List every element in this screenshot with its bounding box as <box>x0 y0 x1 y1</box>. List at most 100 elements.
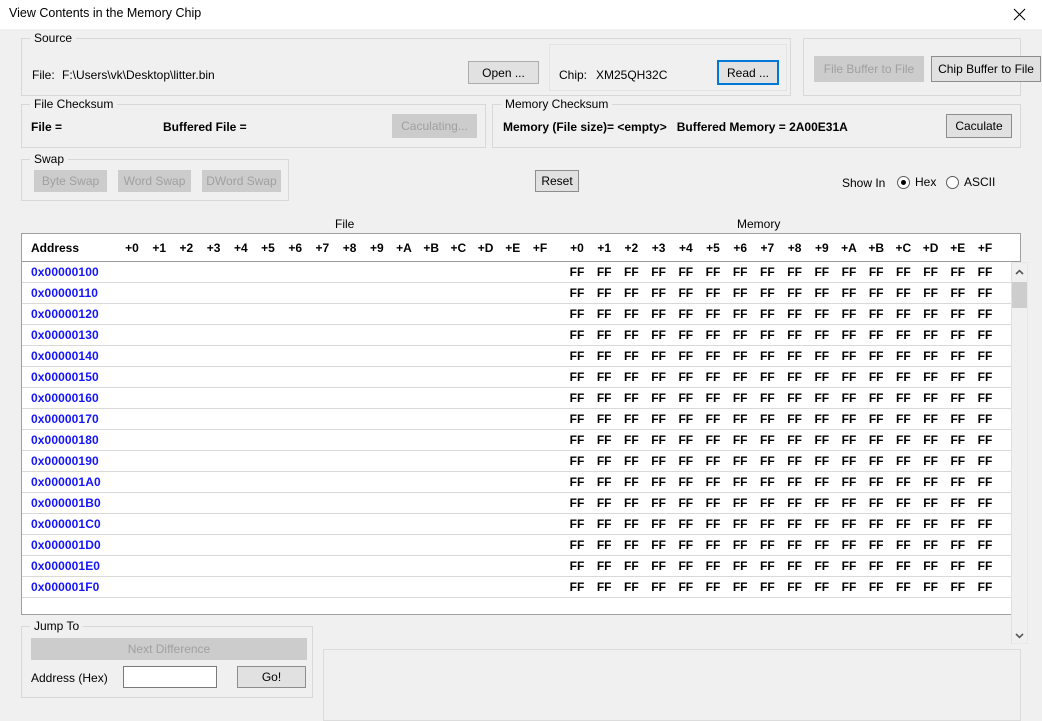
memory-byte-cell[interactable]: FF <box>619 328 643 342</box>
memory-byte-cell[interactable]: FF <box>592 580 616 594</box>
memory-byte-cell[interactable]: FF <box>810 286 834 300</box>
memory-byte-cell[interactable]: FF <box>728 475 752 489</box>
memory-byte-cell[interactable]: FF <box>864 433 888 447</box>
memory-byte-cell[interactable]: FF <box>674 538 698 552</box>
memory-byte-cell[interactable]: FF <box>837 286 861 300</box>
table-row[interactable]: 0x000001D0 FF FF FF FF FF FF FF FF FF FF FF FF FF FF FF… <box>22 535 1020 556</box>
memory-byte-cell[interactable]: FF <box>592 517 616 531</box>
memory-byte-cell[interactable]: FF <box>728 349 752 363</box>
memory-byte-cell[interactable]: FF <box>891 391 915 405</box>
memory-byte-cell[interactable]: FF <box>973 538 997 552</box>
memory-byte-cell[interactable]: FF <box>592 349 616 363</box>
memory-byte-cell[interactable]: FF <box>592 307 616 321</box>
read-button[interactable]: Read ... <box>717 60 779 85</box>
memory-byte-cell[interactable]: FF <box>810 433 834 447</box>
radio-ascii[interactable]: ASCII <box>946 175 995 189</box>
memory-byte-cell[interactable]: FF <box>946 433 970 447</box>
memory-byte-cell[interactable]: FF <box>946 391 970 405</box>
memory-byte-cell[interactable]: FF <box>810 391 834 405</box>
memory-byte-cell[interactable]: FF <box>701 328 725 342</box>
memory-byte-cell[interactable]: FF <box>810 265 834 279</box>
memory-byte-cell[interactable]: FF <box>701 538 725 552</box>
memory-byte-cell[interactable]: FF <box>619 286 643 300</box>
memory-byte-cell[interactable]: FF <box>973 454 997 468</box>
memory-byte-cell[interactable]: FF <box>728 538 752 552</box>
memory-byte-cell[interactable]: FF <box>783 412 807 426</box>
memory-byte-cell[interactable]: FF <box>864 496 888 510</box>
memory-byte-cell[interactable]: FF <box>837 307 861 321</box>
memory-byte-cell[interactable]: FF <box>619 496 643 510</box>
radio-hex[interactable]: Hex <box>897 175 936 189</box>
table-row[interactable]: 0x000001E0 FF FF FF FF FF FF FF FF FF FF FF FF FF FF FF… <box>22 556 1020 577</box>
scroll-down-button[interactable] <box>1012 626 1027 643</box>
memory-byte-cell[interactable]: FF <box>864 580 888 594</box>
memory-byte-cell[interactable]: FF <box>891 559 915 573</box>
memory-byte-cell[interactable]: FF <box>891 580 915 594</box>
memory-byte-cell[interactable]: FF <box>810 370 834 384</box>
memory-byte-cell[interactable]: FF <box>565 433 589 447</box>
memory-byte-cell[interactable]: FF <box>755 454 779 468</box>
memory-byte-cell[interactable]: FF <box>946 496 970 510</box>
memory-byte-cell[interactable]: FF <box>619 265 643 279</box>
memory-byte-cell[interactable]: FF <box>647 517 671 531</box>
memory-byte-cell[interactable]: FF <box>973 286 997 300</box>
memory-byte-cell[interactable]: FF <box>755 286 779 300</box>
memory-byte-cell[interactable]: FF <box>728 328 752 342</box>
memory-byte-cell[interactable]: FF <box>674 286 698 300</box>
memory-byte-cell[interactable]: FF <box>565 391 589 405</box>
memory-byte-cell[interactable]: FF <box>755 265 779 279</box>
reset-button[interactable]: Reset <box>535 170 579 192</box>
memory-byte-cell[interactable]: FF <box>783 454 807 468</box>
memory-byte-cell[interactable]: FF <box>565 349 589 363</box>
memory-byte-cell[interactable]: FF <box>701 580 725 594</box>
memory-byte-cell[interactable]: FF <box>674 391 698 405</box>
memory-byte-cell[interactable]: FF <box>837 559 861 573</box>
memory-byte-cell[interactable]: FF <box>837 349 861 363</box>
memory-byte-cell[interactable]: FF <box>810 412 834 426</box>
memory-byte-cell[interactable]: FF <box>701 496 725 510</box>
memory-byte-cell[interactable]: FF <box>701 454 725 468</box>
memory-byte-cell[interactable]: FF <box>701 391 725 405</box>
table-row[interactable]: 0x000001A0 FF FF FF FF FF FF FF FF FF FF FF FF FF FF FF… <box>22 472 1020 493</box>
memory-byte-cell[interactable]: FF <box>647 475 671 489</box>
memory-byte-cell[interactable]: FF <box>919 265 943 279</box>
memory-byte-cell[interactable]: FF <box>619 454 643 468</box>
memory-byte-cell[interactable]: FF <box>565 328 589 342</box>
table-row[interactable]: 0x000001F0 FF FF FF FF FF FF FF FF FF FF FF FF FF FF FF… <box>22 577 1020 598</box>
memory-byte-cell[interactable]: FF <box>946 307 970 321</box>
memory-byte-cell[interactable]: FF <box>973 517 997 531</box>
memory-byte-cell[interactable]: FF <box>864 286 888 300</box>
memory-byte-cell[interactable]: FF <box>728 307 752 321</box>
scroll-up-button[interactable] <box>1012 263 1027 280</box>
memory-byte-cell[interactable]: FF <box>946 475 970 489</box>
memory-byte-cell[interactable]: FF <box>864 559 888 573</box>
memory-byte-cell[interactable]: FF <box>783 265 807 279</box>
memory-byte-cell[interactable]: FF <box>592 475 616 489</box>
chip-buffer-to-file-button[interactable]: Chip Buffer to File <box>931 56 1041 82</box>
memory-byte-cell[interactable]: FF <box>674 349 698 363</box>
scrollbar-thumb[interactable] <box>1012 282 1027 308</box>
memory-byte-cell[interactable]: FF <box>674 580 698 594</box>
memory-byte-cell[interactable]: FF <box>619 349 643 363</box>
memory-byte-cell[interactable]: FF <box>592 328 616 342</box>
memory-byte-cell[interactable]: FF <box>891 370 915 384</box>
memory-byte-cell[interactable]: FF <box>919 412 943 426</box>
memory-byte-cell[interactable]: FF <box>837 391 861 405</box>
memory-byte-cell[interactable]: FF <box>946 265 970 279</box>
memory-byte-cell[interactable]: FF <box>891 349 915 363</box>
file-buffer-to-file-button[interactable]: File Buffer to File <box>814 56 924 82</box>
memory-byte-cell[interactable]: FF <box>647 391 671 405</box>
memory-byte-cell[interactable]: FF <box>864 370 888 384</box>
memory-byte-cell[interactable]: FF <box>810 307 834 321</box>
memory-byte-cell[interactable]: FF <box>701 307 725 321</box>
memory-byte-cell[interactable]: FF <box>647 559 671 573</box>
memory-byte-cell[interactable]: FF <box>647 265 671 279</box>
memory-byte-cell[interactable]: FF <box>592 412 616 426</box>
memory-byte-cell[interactable]: FF <box>565 475 589 489</box>
memory-byte-cell[interactable]: FF <box>728 412 752 426</box>
memory-byte-cell[interactable]: FF <box>810 559 834 573</box>
memory-byte-cell[interactable]: FF <box>619 370 643 384</box>
memory-byte-cell[interactable]: FF <box>647 286 671 300</box>
memory-byte-cell[interactable]: FF <box>592 433 616 447</box>
memory-byte-cell[interactable]: FF <box>837 475 861 489</box>
